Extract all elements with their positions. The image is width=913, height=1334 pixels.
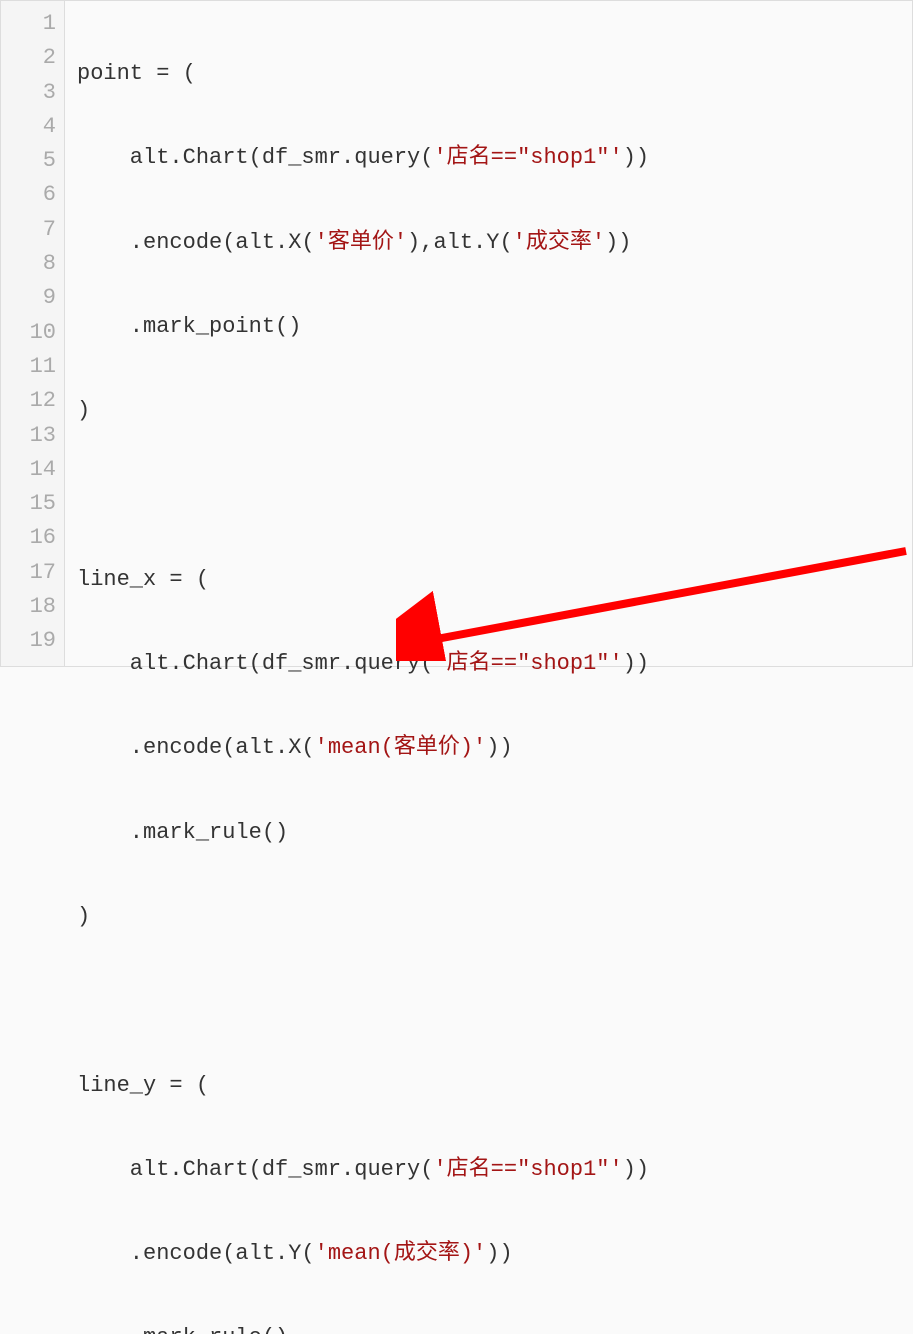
- code-text: )): [623, 1157, 649, 1182]
- code-string: '店名=="shop1"': [433, 1157, 622, 1182]
- line-number: 14: [1, 453, 56, 487]
- code-string: '成交率': [513, 230, 605, 255]
- code-text: .encode(alt.X(: [77, 735, 315, 760]
- code-line: alt.Chart(df_smr.query('店名=="shop1"')): [77, 647, 912, 681]
- code-text: ): [77, 398, 90, 423]
- code-line: point = (: [77, 57, 912, 91]
- code-line: ): [77, 394, 912, 428]
- code-line: .mark_rule(): [77, 816, 912, 850]
- code-line: [77, 478, 912, 512]
- line-number: 16: [1, 521, 56, 555]
- code-text: line_x = (: [77, 567, 209, 592]
- code-line: .mark_rule(): [77, 1321, 912, 1334]
- code-string: '店名=="shop1"': [433, 145, 622, 170]
- line-number: 18: [1, 590, 56, 624]
- code-text: )): [486, 1241, 512, 1266]
- code-line: [77, 984, 912, 1018]
- line-number: 10: [1, 316, 56, 350]
- code-content[interactable]: point = ( alt.Chart(df_smr.query('店名=="s…: [65, 1, 912, 666]
- code-line: .mark_point(): [77, 310, 912, 344]
- code-text: .encode(alt.X(: [77, 230, 315, 255]
- code-string: 'mean(成交率)': [315, 1241, 487, 1266]
- code-line: .encode(alt.Y('mean(成交率)')): [77, 1237, 912, 1271]
- code-text: ),alt.Y(: [407, 230, 513, 255]
- code-line: line_x = (: [77, 563, 912, 597]
- code-text: .mark_rule(): [77, 820, 288, 845]
- line-number: 6: [1, 178, 56, 212]
- code-line: alt.Chart(df_smr.query('店名=="shop1"')): [77, 1153, 912, 1187]
- line-number: 19: [1, 624, 56, 658]
- code-text: alt.Chart(df_smr.query(: [77, 1157, 433, 1182]
- line-number: 17: [1, 556, 56, 590]
- line-number: 2: [1, 41, 56, 75]
- code-line: line_y = (: [77, 1069, 912, 1103]
- line-number: 15: [1, 487, 56, 521]
- line-number: 5: [1, 144, 56, 178]
- line-number: 13: [1, 419, 56, 453]
- code-text: .mark_point(): [77, 314, 301, 339]
- code-line: .encode(alt.X('客单价'),alt.Y('成交率')): [77, 226, 912, 260]
- line-number: 7: [1, 213, 56, 247]
- code-line: alt.Chart(df_smr.query('店名=="shop1"')): [77, 141, 912, 175]
- code-text: alt.Chart(df_smr.query(: [77, 145, 433, 170]
- line-number-gutter: 1 2 3 4 5 6 7 8 9 10 11 12 13 14 15 16 1…: [1, 1, 65, 666]
- code-string: '店名=="shop1"': [433, 651, 622, 676]
- line-number: 12: [1, 384, 56, 418]
- code-string: 'mean(客单价)': [315, 735, 487, 760]
- line-number: 11: [1, 350, 56, 384]
- code-text: ): [77, 904, 90, 929]
- line-number: 8: [1, 247, 56, 281]
- code-text: point = (: [77, 61, 196, 86]
- code-text: .mark_rule(): [77, 1325, 288, 1334]
- line-number: 9: [1, 281, 56, 315]
- line-number: 1: [1, 7, 56, 41]
- code-text: alt.Chart(df_smr.query(: [77, 651, 433, 676]
- code-text: )): [486, 735, 512, 760]
- line-number: 3: [1, 76, 56, 110]
- code-text: )): [605, 230, 631, 255]
- code-text: )): [623, 651, 649, 676]
- code-string: '客单价': [315, 230, 407, 255]
- code-block: 1 2 3 4 5 6 7 8 9 10 11 12 13 14 15 16 1…: [0, 0, 913, 667]
- code-line: ): [77, 900, 912, 934]
- code-text: .encode(alt.Y(: [77, 1241, 315, 1266]
- line-number: 4: [1, 110, 56, 144]
- code-line: .encode(alt.X('mean(客单价)')): [77, 731, 912, 765]
- code-text: )): [623, 145, 649, 170]
- code-text: line_y = (: [77, 1073, 209, 1098]
